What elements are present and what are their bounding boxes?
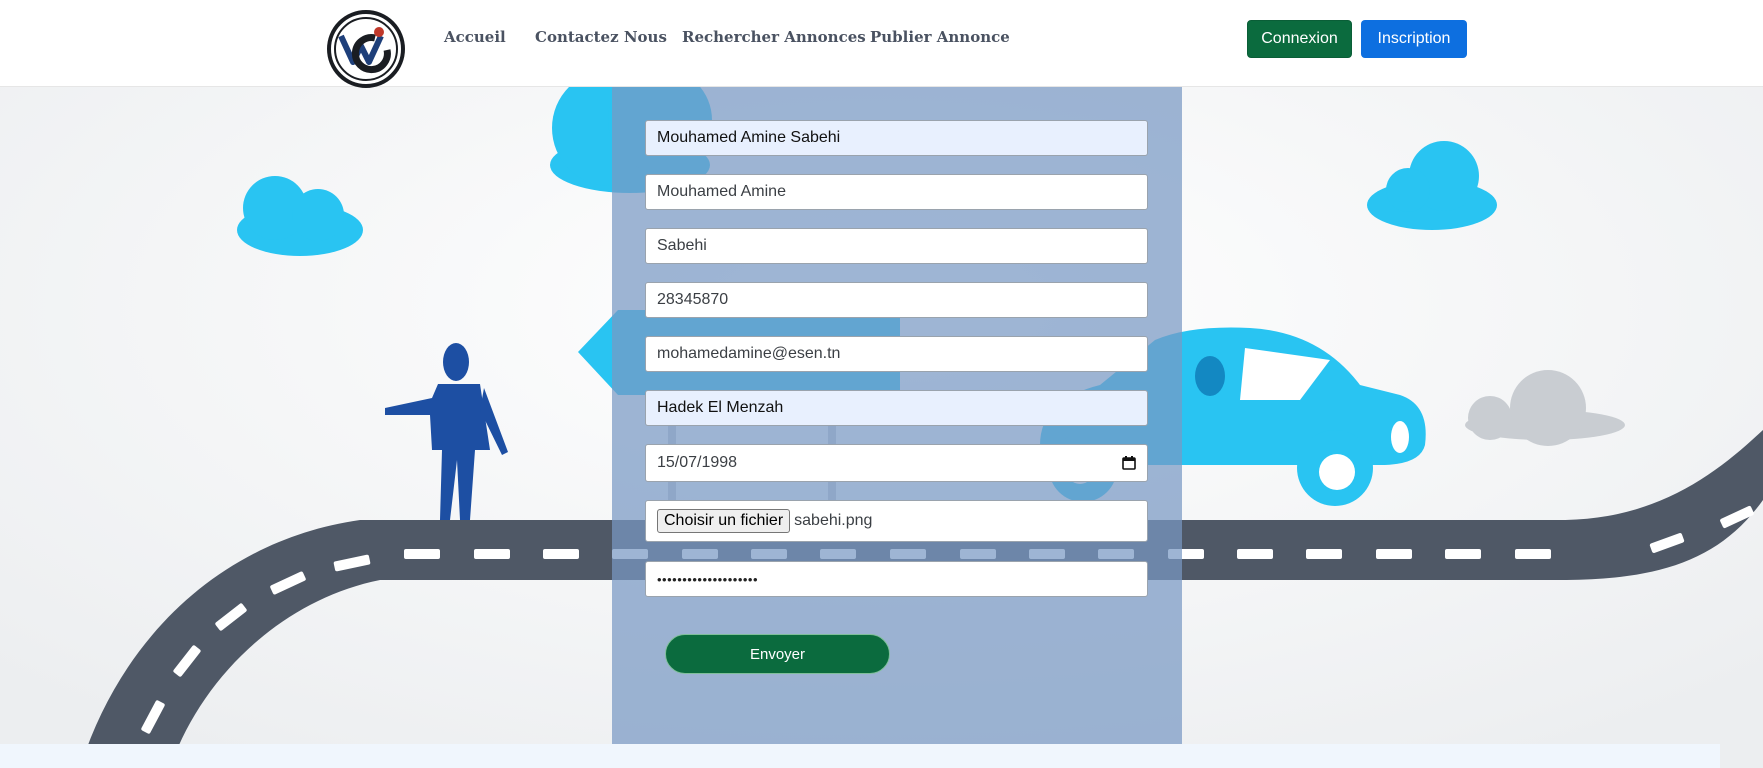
file-name: sabehi.png [794,512,873,529]
navbar: Accueil Contactez Nous Rechercher Annonc… [0,0,1763,88]
fullname-field[interactable] [645,120,1148,156]
nav-rechercher-annonces[interactable]: Rechercher Annonces [682,28,866,46]
nav-accueil[interactable]: Accueil [444,28,506,46]
registration-form: 15/07/1998 Choisir un fichier sabehi.png… [612,87,1182,744]
nav-contactez-nous[interactable]: Contactez Nous [535,28,667,46]
submit-button[interactable]: Envoyer [665,634,890,674]
password-mask: •••••••••••••••••••• [657,571,759,587]
choose-file-button[interactable]: Choisir un fichier [657,509,791,533]
photo-file-field: Choisir un fichier sabehi.png [645,500,1148,542]
address-field[interactable] [645,390,1148,426]
birthdate-field[interactable]: 15/07/1998 [645,444,1148,482]
wg-logo[interactable] [327,10,405,88]
nav-publier-annonce[interactable]: Publier Annonce [870,28,1010,46]
password-field[interactable]: •••••••••••••••••••• [645,561,1148,597]
firstname-field[interactable] [645,174,1148,210]
calendar-icon[interactable] [1122,456,1136,470]
signup-button[interactable]: Inscription [1361,20,1467,58]
phone-field[interactable] [645,282,1148,318]
footer-strip [0,744,1720,768]
email-field[interactable] [645,336,1148,372]
login-button[interactable]: Connexion [1247,20,1352,58]
birthdate-value: 15/07/1998 [657,454,738,471]
lastname-field[interactable] [645,228,1148,264]
